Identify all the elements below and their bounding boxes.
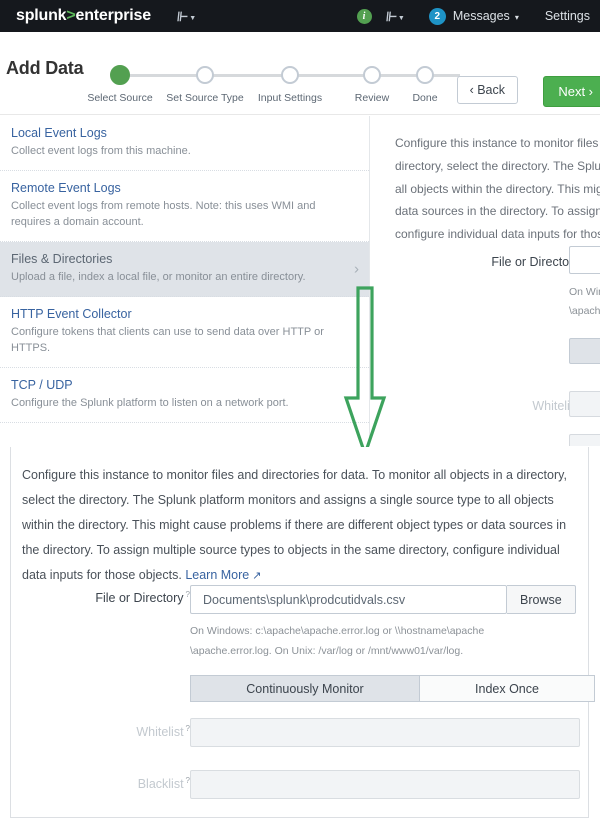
wizard-progress-steps: Select Source Set Source Type Input Sett… (87, 50, 480, 110)
detail-file-or-directory-label: File or Directory? (95, 590, 190, 605)
detail-file-or-directory-label-wrap: File or Directory? (11, 590, 190, 605)
step-label: Input Settings (257, 92, 323, 104)
data-source-list: Local Event Logs Collect event logs from… (0, 116, 370, 446)
info-icon[interactable]: i (356, 8, 372, 24)
config-file-or-directory-row: File or Directory? (371, 254, 586, 269)
flag-glyph-2: ⊩ (384, 8, 398, 24)
step-label: Select Source (87, 92, 153, 104)
flag-dropdown-icon[interactable]: ⊩ ▼ (176, 8, 197, 24)
config-whitelist-input[interactable] (569, 391, 600, 417)
config-desc-line-2: directory, select the directory. The Spl… (395, 158, 600, 173)
blacklist-input[interactable] (190, 770, 580, 799)
files-directories-detail-panel: Configure this instance to monitor files… (10, 447, 595, 818)
messages-count-badge[interactable]: 2 (428, 7, 446, 25)
logo-splunk-text: splunk (16, 7, 67, 24)
config-desc-line-3: all objects within the directory. This m… (395, 181, 600, 196)
whitelist-label-text: Whitelist (136, 725, 184, 740)
source-item-remote-event-logs[interactable]: Remote Event Logs Collect event logs fro… (0, 171, 369, 242)
source-item-description: Collect event logs from this machine. (11, 145, 191, 157)
activity-flag-dropdown-icon[interactable]: ⊩ ▼ (384, 8, 405, 24)
detail-file-or-directory-field-group: Documents\splunk\prodcutidvals.csv Brows… (190, 585, 576, 614)
blacklist-label-text: Blacklist (137, 777, 184, 792)
chevron-down-icon: ▼ (189, 14, 197, 22)
source-config-panel: Configure this instance to monitor files… (371, 116, 600, 446)
source-item-title: Local Event Logs (11, 126, 107, 140)
splunk-logo[interactable]: splunk>enterprise (16, 7, 151, 25)
config-desc-line-4: data sources in the directory. To assign… (395, 204, 600, 219)
file-or-directory-hint: On Windows: c:\apache\apache.error.log o… (190, 622, 484, 662)
step-label: Done (412, 92, 438, 104)
config-file-or-directory-input[interactable] (569, 246, 600, 274)
config-file-or-directory-hint: On Windows: c:\apache\apache.error.log o… (569, 283, 600, 321)
config-hint-line-1: On Windows: c:\apache\apache.error.log o… (569, 286, 600, 298)
blacklist-label: Blacklist? (138, 776, 190, 791)
splunk-app-bar: splunk>enterprise ⊩ ▼ i ⊩ ▼ 2 Messages ▾ S… (0, 0, 600, 32)
monitor-mode-continuously-monitor-option[interactable]: Continuously Monitor (190, 675, 420, 702)
source-item-description: Configure the Splunk platform to listen … (11, 396, 289, 409)
step-dot-active-icon (110, 65, 130, 85)
file-or-directory-input[interactable]: Documents\splunk\prodcutidvals.csv (190, 585, 507, 614)
splunk-add-data-screen: splunk>enterprise ⊩ ▼ i ⊩ ▼ 2 Messages ▾ S… (0, 0, 600, 826)
monitor-mode-toggle-group: Continuously Monitor Index Once (190, 675, 595, 702)
config-blacklist-input[interactable] (569, 434, 600, 446)
detail-description-text: Configure this instance to monitor files… (22, 468, 567, 582)
browse-button[interactable]: Browse (507, 585, 576, 614)
source-item-title: Files & Directories (11, 251, 113, 266)
source-item-title: TCP / UDP (11, 377, 73, 392)
config-monitor-mode-toggle[interactable] (569, 338, 600, 364)
app-bar-right-group: i ⊩ ▼ 2 Messages ▾ Settings (356, 0, 600, 32)
logo-gt-text: > (66, 7, 76, 24)
flag-glyph: ⊩ (176, 8, 190, 24)
step-dot-icon (281, 66, 299, 84)
monitor-mode-index-once-option[interactable]: Index Once (420, 675, 595, 702)
config-hint-line-2: \apache.error.log. On Unix: /var/log or … (569, 304, 600, 317)
source-item-http-event-collector[interactable]: HTTP Event Collector Configure tokens th… (0, 297, 369, 368)
logo-enterprise-text: enterprise (75, 7, 152, 24)
detail-blacklist-label-wrap: Blacklist? (11, 776, 190, 791)
next-button[interactable]: Next › (543, 76, 600, 107)
source-item-description: Upload a file, index a local file, or mo… (11, 270, 306, 283)
settings-menu[interactable]: Settings (545, 9, 590, 23)
step-dot-icon (363, 66, 381, 84)
down-arrow-annotation-icon (338, 286, 398, 459)
step-dot-icon (416, 66, 434, 84)
step-label: Review (354, 92, 390, 104)
source-item-title: Remote Event Logs (11, 180, 121, 195)
source-item-files-and-directories[interactable]: Files & Directories Upload a file, index… (0, 241, 369, 297)
step-label: Set Source Type (166, 92, 244, 104)
config-desc-line-1: Configure this instance to monitor files… (395, 136, 600, 150)
source-item-description: Collect event logs from remote hosts. No… (11, 199, 316, 228)
source-item-title: HTTP Event Collector (11, 306, 132, 321)
config-panel-description: Configure this instance to monitor files… (395, 132, 600, 246)
source-item-tcp-udp[interactable]: TCP / UDP Configure the Splunk platform … (0, 368, 369, 423)
messages-menu-label[interactable]: Messages (453, 9, 510, 23)
external-link-icon[interactable]: ↗ (252, 570, 261, 582)
source-item-local-event-logs[interactable]: Local Event Logs Collect event logs from… (0, 116, 369, 171)
chevron-down-icon-2: ▼ (397, 14, 405, 22)
add-data-header: Add Data Select Source Set Source Type I… (0, 32, 600, 127)
source-item-description: Configure tokens that clients can use to… (11, 325, 324, 354)
config-desc-line-5: configure individual data inputs for tho… (395, 227, 600, 242)
whitelist-label: Whitelist? (136, 724, 190, 739)
config-file-or-directory-label-text: File or Directory (491, 255, 580, 270)
back-button[interactable]: ‹ Back (456, 76, 518, 104)
step-dot-icon (196, 66, 214, 84)
learn-more-link[interactable]: Learn More (185, 568, 249, 582)
detail-description: Configure this instance to monitor files… (22, 463, 582, 588)
chevron-right-icon: › (354, 260, 359, 278)
config-whitelist-row: Whitelist? (371, 398, 586, 413)
detail-hint-line-2: \apache.error.log. On Unix: /var/log or … (190, 644, 464, 657)
detail-hint-line-1: On Windows: c:\apache\apache.error.log o… (190, 625, 485, 637)
page-title: Add Data (6, 58, 84, 78)
whitelist-input[interactable] (190, 718, 580, 747)
detail-file-or-directory-label-text: File or Directory (95, 591, 184, 606)
detail-whitelist-label-wrap: Whitelist? (11, 724, 190, 739)
messages-chevron-down-icon[interactable]: ▾ (515, 13, 519, 22)
